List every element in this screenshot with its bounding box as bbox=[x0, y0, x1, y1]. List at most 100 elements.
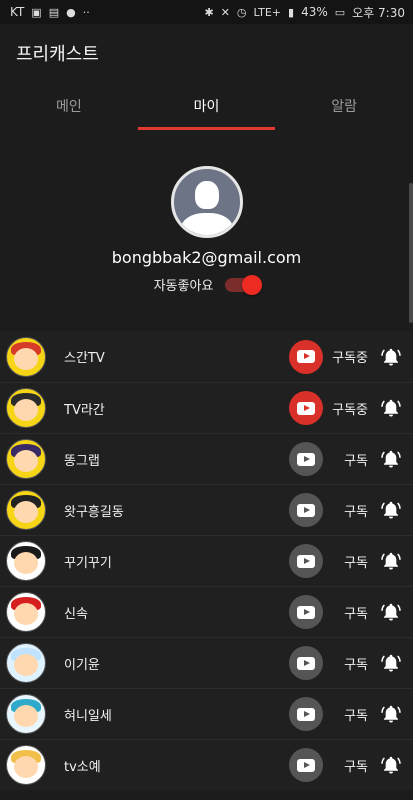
bell-icon[interactable] bbox=[380, 600, 402, 624]
youtube-icon bbox=[297, 707, 315, 721]
tab-my[interactable]: 마이 bbox=[137, 82, 276, 130]
channel-row[interactable]: 꾸기꾸기 구독 bbox=[0, 535, 413, 586]
channel-row[interactable]: 혀니일세 구독 bbox=[0, 688, 413, 739]
channel-row[interactable]: TV라간 구독중 bbox=[0, 382, 413, 433]
avatar-face-shape bbox=[14, 552, 38, 574]
channel-name[interactable]: TV라간 bbox=[64, 399, 105, 418]
channel-row[interactable]: 스간TV 구독중 bbox=[0, 331, 413, 382]
channel-row[interactable]: 왓구흥길동 구독 bbox=[0, 484, 413, 535]
status-bar: KT ▣ ▤ ● ·· ✱ ✕ ◷ LTE+ ▮ 43% ▭ 오후 7:30 bbox=[0, 0, 413, 24]
alarm-icon: ◷ bbox=[236, 5, 247, 19]
subscribe-status[interactable]: 구독중 bbox=[332, 399, 368, 418]
battery-label: 43% bbox=[301, 5, 328, 19]
channel-avatar[interactable] bbox=[6, 490, 46, 530]
tab-alarm-label: 알람 bbox=[331, 99, 358, 115]
channel-name[interactable]: 이기윤 bbox=[64, 654, 100, 673]
avatar-face-shape bbox=[14, 399, 38, 421]
subscribe-status[interactable]: 구독 bbox=[344, 552, 368, 571]
subscribe-status[interactable]: 구독 bbox=[344, 603, 368, 622]
youtube-play-button[interactable] bbox=[289, 339, 323, 374]
youtube-icon bbox=[297, 554, 315, 568]
subscribe-status[interactable]: 구독 bbox=[344, 705, 368, 724]
channel-name[interactable]: tv소예 bbox=[64, 756, 101, 775]
youtube-icon bbox=[297, 350, 315, 363]
clock-label: 오후 7:30 bbox=[352, 5, 405, 20]
bell-icon[interactable] bbox=[380, 651, 402, 675]
channel-avatar[interactable] bbox=[6, 439, 46, 479]
subscribe-status[interactable]: 구독 bbox=[344, 756, 368, 775]
channel-avatar[interactable] bbox=[6, 336, 46, 377]
youtube-icon bbox=[297, 452, 315, 466]
bell-icon[interactable] bbox=[380, 447, 402, 471]
channel-avatar[interactable] bbox=[6, 388, 46, 428]
channel-avatar[interactable] bbox=[6, 745, 46, 785]
channel-row[interactable]: 똥그랩 구독 bbox=[0, 433, 413, 484]
channel-avatar[interactable] bbox=[6, 694, 46, 734]
channel-list: 스간TV 구독중 TV라간 구독중 똥그랩 구독 왓구흥길동 구독 꾸기꾸기 구… bbox=[0, 331, 413, 790]
tab-main-label: 메인 bbox=[55, 99, 82, 115]
profile-section: bongbbak2@gmail.com 자동좋아요 bbox=[0, 130, 413, 331]
tab-my-label: 마이 bbox=[193, 99, 220, 115]
profile-avatar[interactable] bbox=[170, 166, 243, 238]
subscribe-status[interactable]: 구독 bbox=[344, 450, 368, 469]
subscribe-status[interactable]: 구독중 bbox=[332, 347, 368, 366]
channel-name[interactable]: 꾸기꾸기 bbox=[64, 552, 112, 571]
bell-icon[interactable] bbox=[380, 498, 402, 522]
bell-icon[interactable] bbox=[380, 345, 402, 369]
youtube-icon bbox=[297, 605, 315, 619]
avatar-face-shape bbox=[14, 501, 38, 523]
bell-icon[interactable] bbox=[380, 396, 402, 420]
channel-name[interactable]: 신속 bbox=[64, 603, 88, 622]
chat-icon: ● bbox=[66, 5, 76, 19]
auto-like-label: 자동좋아요 bbox=[153, 279, 214, 294]
person-shoulders-shape bbox=[180, 213, 233, 235]
image-icon: ▤ bbox=[48, 5, 60, 19]
youtube-play-button[interactable] bbox=[289, 646, 323, 680]
youtube-play-button[interactable] bbox=[289, 748, 323, 782]
carrier-label: KT bbox=[10, 5, 25, 19]
channel-name[interactable]: 스간TV bbox=[64, 347, 105, 366]
channel-name[interactable]: 왓구흥길동 bbox=[64, 501, 124, 520]
avatar-face-shape bbox=[14, 756, 38, 778]
bell-icon[interactable] bbox=[380, 549, 402, 573]
youtube-play-button[interactable] bbox=[289, 595, 323, 629]
youtube-icon bbox=[297, 401, 315, 415]
signal-icon: ▮ bbox=[288, 5, 295, 19]
profile-email: bongbbak2@gmail.com bbox=[111, 248, 302, 267]
channel-avatar[interactable] bbox=[6, 541, 46, 581]
youtube-icon bbox=[297, 758, 315, 772]
youtube-play-button[interactable] bbox=[289, 544, 323, 578]
battery-icon: ▭ bbox=[334, 5, 346, 19]
youtube-play-button[interactable] bbox=[289, 493, 323, 527]
tab-main[interactable]: 메인 bbox=[0, 82, 138, 130]
channel-name[interactable]: 똥그랩 bbox=[64, 450, 100, 469]
bluetooth-icon: ✱ bbox=[204, 5, 214, 19]
network-label: LTE+ bbox=[253, 5, 282, 19]
channel-avatar[interactable] bbox=[6, 592, 46, 632]
tab-bar: 메인 마이 알람 bbox=[0, 82, 413, 130]
youtube-icon bbox=[297, 656, 315, 670]
tab-alarm[interactable]: 알람 bbox=[275, 82, 413, 130]
channel-avatar[interactable] bbox=[6, 643, 46, 683]
channel-name[interactable]: 혀니일세 bbox=[64, 705, 112, 724]
more-icon: ·· bbox=[82, 5, 90, 19]
scrollbar[interactable] bbox=[409, 183, 413, 323]
channel-row[interactable]: 신속 구독 bbox=[0, 586, 413, 637]
youtube-play-button[interactable] bbox=[289, 697, 323, 731]
bell-icon[interactable] bbox=[380, 753, 402, 777]
auto-like-toggle[interactable] bbox=[225, 274, 263, 295]
youtube-play-button[interactable] bbox=[289, 391, 323, 425]
app-title: 프리캐스트 bbox=[16, 44, 99, 65]
youtube-play-button[interactable] bbox=[289, 442, 323, 476]
subscribe-status[interactable]: 구독 bbox=[344, 501, 368, 520]
avatar-face-shape bbox=[14, 705, 38, 727]
subscribe-status[interactable]: 구독 bbox=[344, 654, 368, 673]
app-bar: 프리캐스트 bbox=[0, 24, 413, 82]
mute-icon: ✕ bbox=[220, 5, 230, 19]
person-head-shape bbox=[194, 181, 219, 209]
channel-row[interactable]: tv소예 구독 bbox=[0, 739, 413, 790]
notification-icon: ▣ bbox=[31, 5, 42, 19]
auto-like-setting: 자동좋아요 bbox=[153, 274, 263, 295]
channel-row[interactable]: 이기윤 구독 bbox=[0, 637, 413, 688]
bell-icon[interactable] bbox=[380, 702, 402, 726]
